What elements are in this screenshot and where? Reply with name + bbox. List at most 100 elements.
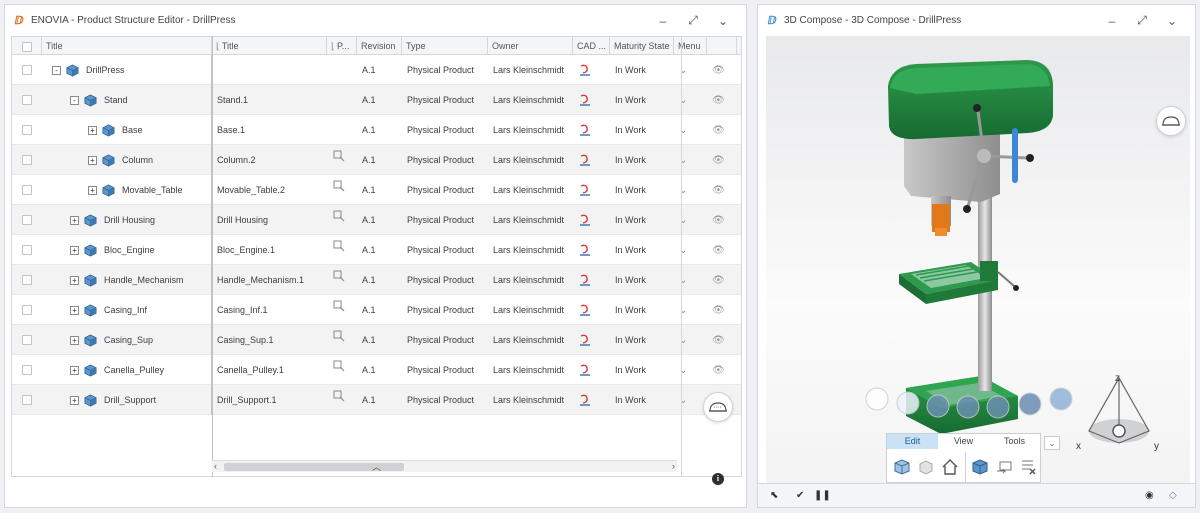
pin-icon[interactable] — [332, 359, 346, 373]
cell-instance-title[interactable]: Casing_Inf.1 — [212, 295, 327, 325]
row-menu-button[interactable]: ⌄ — [674, 175, 707, 205]
panel-menu-button[interactable]: ⌄ — [708, 14, 738, 28]
pin-icon[interactable] — [332, 239, 346, 253]
visibility-toggle[interactable]: 👁 — [707, 355, 737, 385]
product-cube-icon[interactable] — [968, 454, 992, 480]
tag-icon[interactable]: ◇ — [1169, 490, 1183, 501]
row-menu-button[interactable]: ⌄ — [674, 55, 707, 85]
expand-toggle[interactable]: + — [88, 155, 97, 165]
panel-menu-button[interactable]: ⌄ — [1157, 14, 1187, 28]
cell-instance-title[interactable]: Movable_Table.2 — [212, 175, 327, 205]
maximize-button[interactable]: ⤢ — [678, 13, 708, 28]
cell-title[interactable]: + Column — [42, 144, 212, 175]
cell-title[interactable]: + Casing_Inf — [42, 294, 212, 325]
view-mode-icon[interactable]: ◉ — [1145, 490, 1169, 501]
replace-icon[interactable] — [992, 454, 1016, 480]
tab-tools[interactable]: Tools — [989, 434, 1040, 449]
row-checkbox[interactable] — [12, 265, 42, 295]
pin-icon[interactable] — [332, 329, 346, 343]
expand-toggle[interactable]: + — [70, 335, 79, 345]
maximize-button[interactable]: ⤢ — [1127, 13, 1157, 28]
drill-press-model[interactable] — [766, 36, 1190, 483]
visibility-toggle[interactable]: 👁 — [707, 205, 737, 235]
cell-instance-title[interactable]: Handle_Mechanism.1 — [212, 265, 327, 295]
row-menu-button[interactable]: ⌄ — [674, 85, 707, 115]
eye-icon[interactable]: 👁 — [712, 305, 725, 316]
select-all-checkbox[interactable] — [12, 37, 42, 54]
expand-toggle[interactable]: + — [70, 395, 79, 405]
remove-icon[interactable] — [1016, 454, 1040, 480]
table-row[interactable]: + Column Column.2 A.1 Physical Product Lars K… — [12, 144, 741, 175]
row-checkbox[interactable] — [12, 325, 42, 355]
cell-instance-title[interactable]: Canella_Pulley.1 — [212, 355, 327, 385]
cell-title[interactable]: - Stand — [42, 84, 212, 115]
expand-toggle[interactable]: + — [70, 365, 79, 375]
scroll-right-icon[interactable]: › — [672, 461, 675, 471]
cell-instance-title[interactable] — [212, 55, 327, 85]
column-header-instance-title[interactable]: ⌊ Title — [212, 37, 327, 54]
table-row[interactable]: - Stand Stand.1 A.1 Physical Product Lars Kle… — [12, 84, 741, 115]
row-menu-button[interactable]: ⌄ — [674, 235, 707, 265]
pin-icon[interactable] — [332, 149, 346, 163]
expand-toggle[interactable]: + — [70, 215, 79, 225]
expand-toggle[interactable]: - — [70, 95, 79, 105]
pin-icon[interactable] — [332, 179, 346, 193]
row-checkbox[interactable] — [12, 235, 42, 265]
row-menu-button[interactable]: ⌄ — [674, 265, 707, 295]
column-header-p[interactable]: ⌊ P... — [327, 37, 357, 54]
tab-edit[interactable]: Edit — [887, 434, 938, 449]
visibility-toggle[interactable]: 👁 — [707, 325, 737, 355]
table-row[interactable]: + Drill_Support Drill_Support.1 A.1 Physical… — [12, 384, 741, 415]
pin-icon[interactable] — [332, 269, 346, 283]
expand-toggle[interactable]: + — [70, 245, 79, 255]
column-header-cad[interactable]: CAD ... — [573, 37, 610, 54]
row-menu-button[interactable]: ⌄ — [674, 385, 707, 415]
cell-instance-title[interactable]: Base.1 — [212, 115, 327, 145]
pin-icon[interactable] — [332, 209, 346, 223]
cell-title[interactable]: + Canella_Pulley — [42, 354, 212, 385]
expand-toggle[interactable]: + — [70, 305, 79, 315]
cell-instance-title[interactable]: Casing_Sup.1 — [212, 325, 327, 355]
row-checkbox[interactable] — [12, 355, 42, 385]
compass-helmet-button[interactable] — [703, 392, 733, 422]
row-checkbox[interactable] — [12, 145, 42, 175]
cell-instance-title[interactable]: Drill_Support.1 — [212, 385, 327, 415]
eye-icon[interactable]: 👁 — [712, 275, 725, 286]
info-icon[interactable]: i — [712, 473, 724, 485]
compass-helmet-button[interactable] — [1156, 106, 1186, 136]
cell-title[interactable]: + Movable_Table — [42, 174, 212, 205]
minimize-button[interactable]: – — [648, 14, 678, 28]
cell-title[interactable]: + Casing_Sup — [42, 324, 212, 355]
eye-icon[interactable]: 👁 — [712, 95, 725, 106]
column-header-owner[interactable]: Owner — [488, 37, 573, 54]
row-menu-button[interactable]: ⌄ — [674, 295, 707, 325]
eye-icon[interactable]: 👁 — [712, 245, 725, 256]
row-checkbox[interactable] — [12, 55, 42, 85]
cell-title[interactable]: + Bloc_Engine — [42, 234, 212, 265]
eye-icon[interactable]: 👁 — [712, 155, 725, 166]
cell-title[interactable]: + Handle_Mechanism — [42, 264, 212, 295]
table-row[interactable]: + Handle_Mechanism Handle_Mechanism.1 A.1 Ph… — [12, 264, 741, 295]
visibility-toggle[interactable]: 👁 — [707, 295, 737, 325]
chevron-down-icon[interactable]: ⌄ — [1044, 436, 1060, 450]
row-checkbox[interactable] — [12, 295, 42, 325]
tab-view[interactable]: View — [938, 434, 989, 449]
row-menu-button[interactable]: ⌄ — [674, 355, 707, 385]
cell-instance-title[interactable]: Stand.1 — [212, 85, 327, 115]
column-header-title[interactable]: Title — [42, 37, 212, 54]
table-row[interactable]: + Movable_Table Movable_Table.2 A.1 Physical… — [12, 174, 741, 205]
cell-title[interactable]: + Base — [42, 114, 212, 145]
expand-toggle[interactable]: + — [88, 125, 97, 135]
table-row[interactable]: + Casing_Sup Casing_Sup.1 A.1 Physical Produ… — [12, 324, 741, 355]
table-row[interactable]: - DrillPress A.1 Physical Product Lars Klein… — [12, 54, 741, 85]
eye-icon[interactable]: 👁 — [712, 365, 725, 376]
cell-instance-title[interactable]: Column.2 — [212, 145, 327, 175]
cell-title[interactable]: - DrillPress — [42, 54, 212, 85]
expand-toggle[interactable]: + — [88, 185, 97, 195]
row-checkbox[interactable] — [12, 205, 42, 235]
cell-instance-title[interactable]: Bloc_Engine.1 — [212, 235, 327, 265]
row-checkbox[interactable] — [12, 175, 42, 205]
visibility-toggle[interactable]: 👁 — [707, 55, 737, 85]
eye-icon[interactable]: 👁 — [712, 215, 725, 226]
column-header-revision[interactable]: Revision — [357, 37, 402, 54]
